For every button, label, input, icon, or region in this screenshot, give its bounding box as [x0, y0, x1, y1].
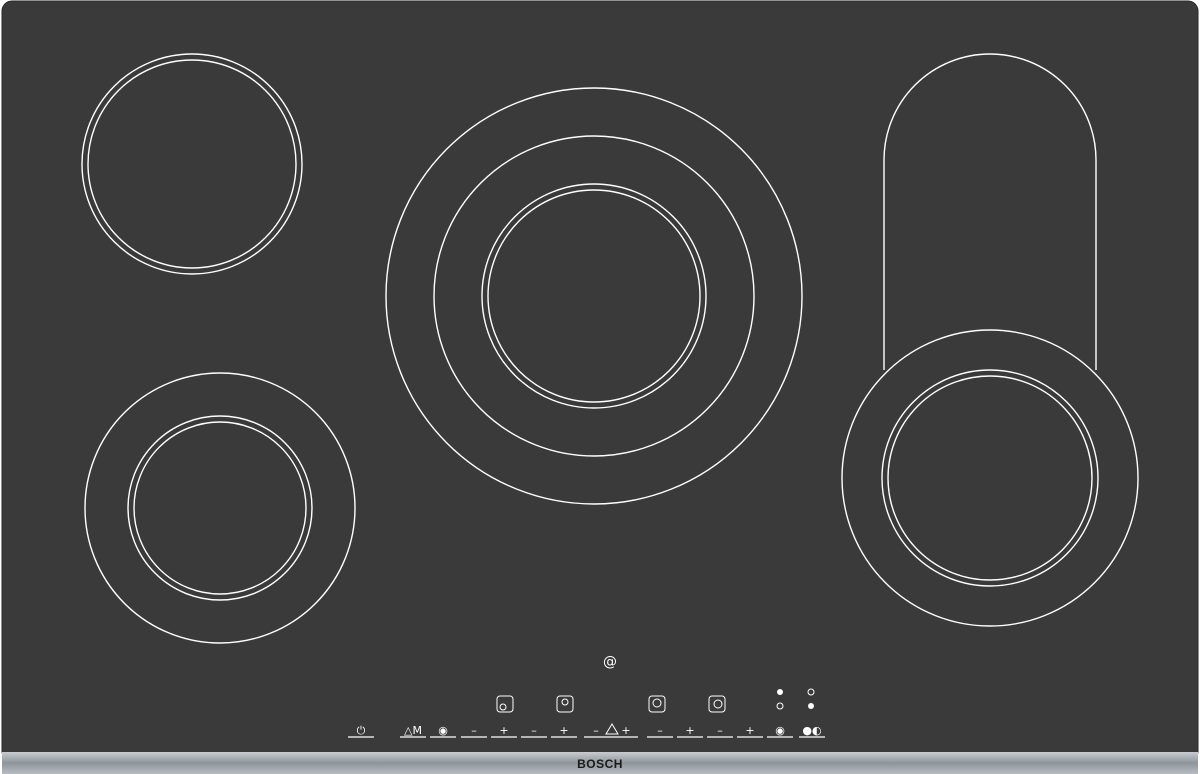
- svg-text:◉: ◉: [775, 724, 785, 737]
- timer-plus-button[interactable]: +: [620, 720, 640, 740]
- timer-bell-icon[interactable]: [604, 720, 620, 740]
- svg-text:+: +: [499, 724, 508, 737]
- power-button[interactable]: ⏻: [346, 720, 376, 740]
- svg-text:+: +: [745, 724, 754, 737]
- svg-text:+: +: [685, 724, 694, 737]
- zone1-plus-button[interactable]: +: [490, 720, 518, 740]
- glass-surface: [1, 0, 1199, 762]
- main-select-button[interactable]: ◉: [428, 720, 458, 740]
- svg-text:+: +: [621, 724, 630, 737]
- zone3-minus-button[interactable]: –: [646, 720, 674, 740]
- zone2-plus-button[interactable]: +: [550, 720, 578, 740]
- svg-text:–: –: [593, 724, 599, 737]
- control-strip: ⏻ △M ◉ – + – + – + – + – + ◉ ●◐: [346, 720, 826, 740]
- zone2-minus-button[interactable]: –: [520, 720, 548, 740]
- svg-text:–: –: [471, 724, 477, 737]
- dual-indicator-icon: [777, 689, 783, 695]
- svg-text:△M: △M: [404, 724, 422, 737]
- zone1-minus-button[interactable]: –: [460, 720, 488, 740]
- svg-text:+: +: [559, 724, 568, 737]
- dual-zone-button[interactable]: ◉: [766, 720, 794, 740]
- svg-text:⏻: ⏻: [357, 724, 366, 737]
- extend-zone-button[interactable]: ●◐: [798, 720, 826, 740]
- logo-symbol: @: [603, 654, 617, 670]
- zone4-plus-button[interactable]: +: [736, 720, 764, 740]
- svg-text:–: –: [717, 724, 723, 737]
- memory-button[interactable]: △M: [398, 720, 428, 740]
- svg-text:–: –: [531, 724, 537, 737]
- zone3-plus-button[interactable]: +: [676, 720, 704, 740]
- cooktop-panel: BOSCH @ ⏻ △M ◉ – + – + – + – + – + ◉ ●◐: [1, 0, 1199, 774]
- brand-logo: BOSCH: [577, 757, 623, 771]
- svg-text:◉: ◉: [438, 724, 448, 737]
- svg-text:–: –: [657, 724, 663, 737]
- svg-text:●◐: ●◐: [802, 724, 821, 737]
- zone4-minus-button[interactable]: –: [706, 720, 734, 740]
